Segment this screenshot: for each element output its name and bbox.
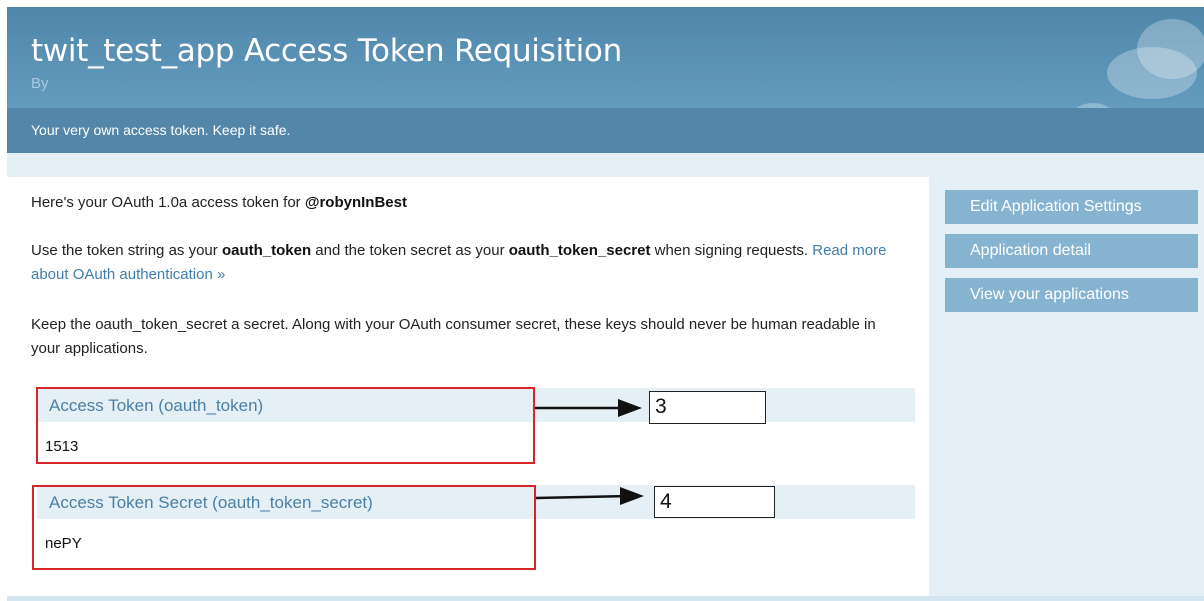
arrow-head-3: [618, 399, 642, 417]
sidebar: Edit Application Settings Application de…: [929, 177, 1204, 596]
arrow-to-4: [535, 494, 631, 500]
annotation-box-3: 3: [649, 391, 766, 424]
footer-strip: [7, 596, 1204, 601]
annotation-box-4: 4: [654, 486, 775, 518]
view-applications-button[interactable]: View your applications: [945, 278, 1198, 312]
application-detail-button[interactable]: Application detail: [945, 234, 1198, 268]
edit-application-settings-button[interactable]: Edit Application Settings: [945, 190, 1198, 224]
arrow-head-4: [620, 487, 644, 505]
